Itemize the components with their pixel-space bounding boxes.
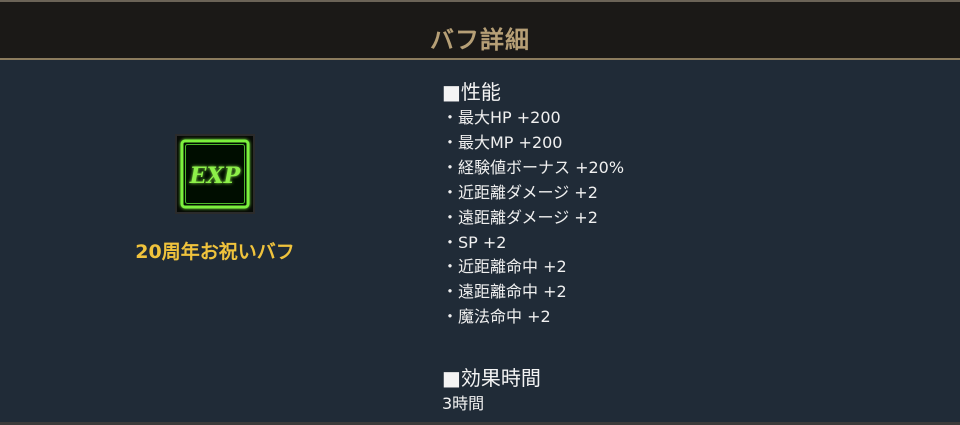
stat-item: ・近距離命中 +2 bbox=[442, 257, 567, 277]
stat-item: ・経験値ボーナス +20% bbox=[442, 157, 625, 177]
stat-item: ・近距離ダメージ +2 bbox=[442, 182, 598, 202]
header-bar: バフ詳細 bbox=[0, 0, 960, 60]
stat-item: ・遠距離ダメージ +2 bbox=[442, 207, 598, 227]
duration-section: ■効果時間 3時間 bbox=[442, 364, 541, 416]
performance-heading: ■性能 bbox=[442, 80, 501, 104]
buff-detail-panel: バフ詳細 EXP 20周年お祝いバフ ■性能 ・最大HP +200 ・最大MP … bbox=[0, 0, 960, 425]
duration-value: 3時間 bbox=[442, 394, 485, 413]
stat-item: ・最大MP +200 bbox=[442, 132, 563, 152]
stats-list: ・最大HP +200 ・最大MP +200 ・経験値ボーナス +20% ・近距離… bbox=[442, 106, 942, 330]
stat-item: ・SP +2 bbox=[442, 232, 507, 252]
stat-item: ・魔法命中 +2 bbox=[442, 307, 551, 327]
buff-name: 20周年お祝いバフ bbox=[135, 241, 295, 263]
exp-icon: EXP bbox=[175, 134, 255, 214]
exp-icon-text: EXP bbox=[189, 163, 242, 189]
stat-item: ・最大HP +200 bbox=[442, 108, 561, 127]
buff-stats-section: ■性能 ・最大HP +200 ・最大MP +200 ・経験値ボーナス +20% … bbox=[442, 78, 942, 330]
stat-item: ・遠距離命中 +2 bbox=[442, 282, 567, 302]
duration-heading: ■効果時間 bbox=[442, 366, 541, 390]
page-title: バフ詳細 bbox=[430, 26, 530, 54]
